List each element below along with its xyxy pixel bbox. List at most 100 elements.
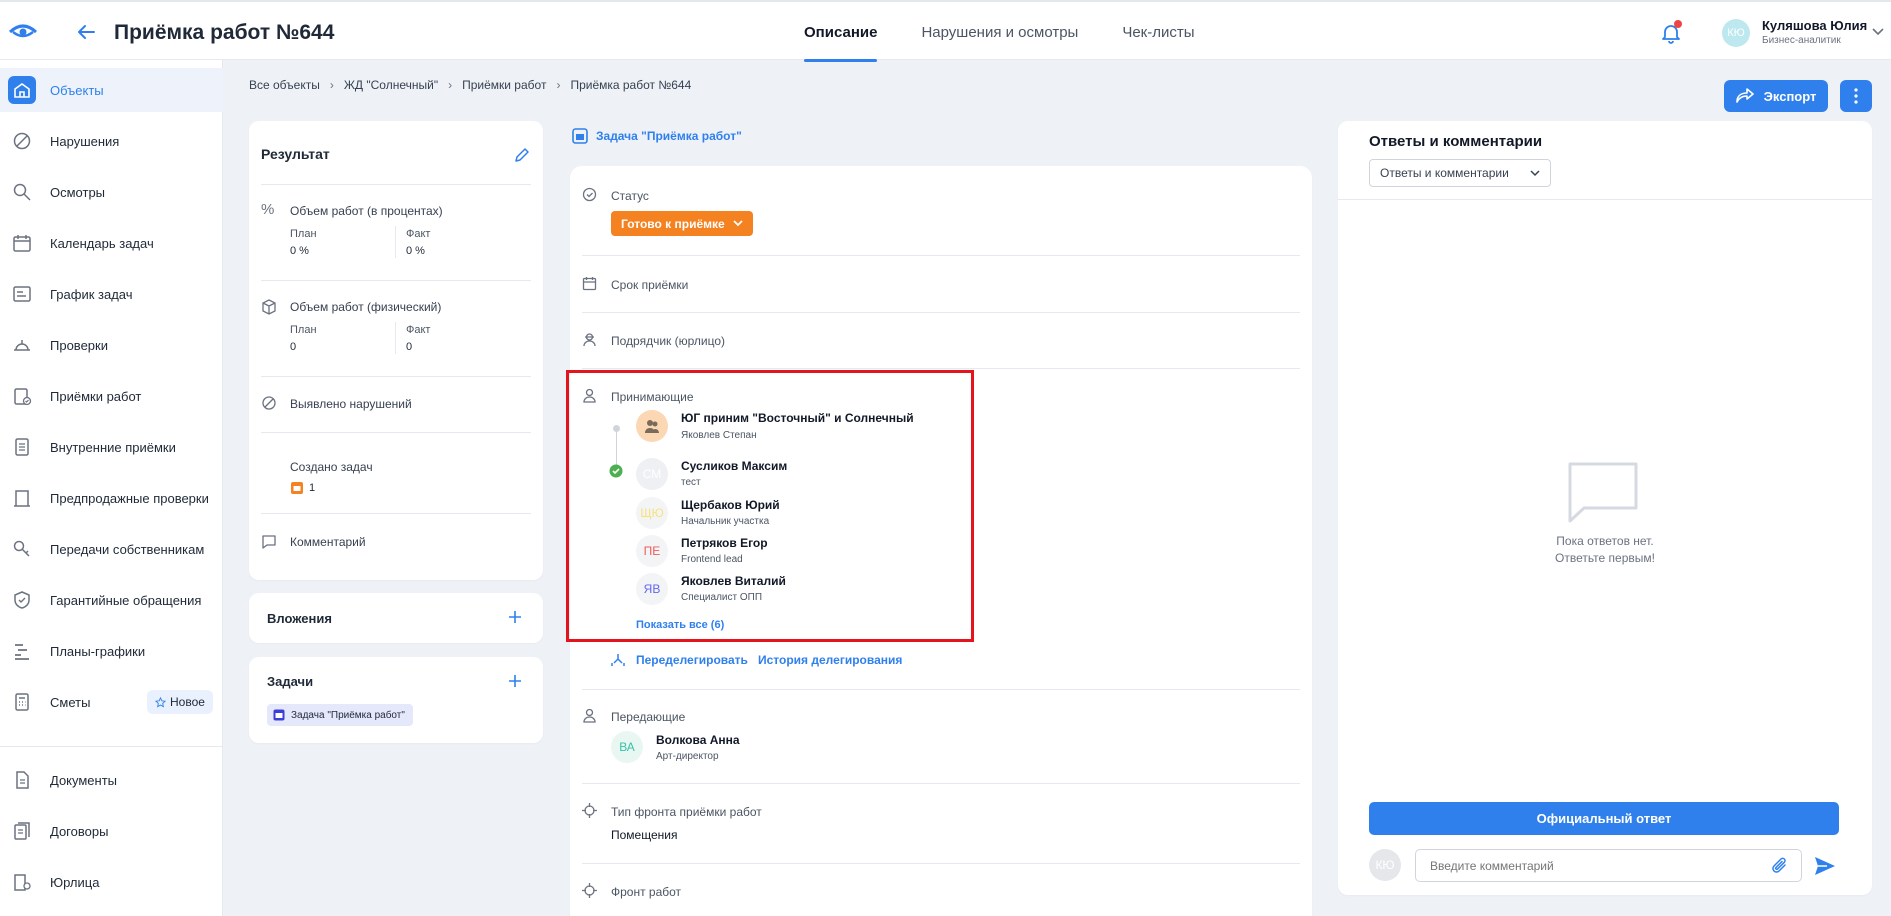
sidebar-item-calendar[interactable]: Календарь задач: [0, 221, 223, 265]
top-bar: Приёмка работ №644 Описание Нарушения и …: [0, 0, 1891, 62]
new-badge-label: Новое: [170, 695, 205, 709]
eye-logo-icon[interactable]: [8, 20, 38, 44]
pencil-icon[interactable]: [514, 147, 530, 163]
tab-violations[interactable]: Нарушения и осмотры: [907, 2, 1092, 62]
sidebar-item-estimates[interactable]: Сметы Новое: [0, 680, 223, 724]
sidebar-item-contracts[interactable]: Договоры: [0, 809, 223, 853]
chevron-right-icon: ›: [448, 78, 453, 92]
page-title: Приёмка работ №644: [114, 21, 335, 44]
empty-message-line1: Пока ответов нет.: [1556, 534, 1654, 548]
transmitter-label: Передающие: [611, 710, 686, 724]
transmitter-name[interactable]: Волкова Анна: [656, 733, 740, 747]
back-arrow-icon[interactable]: [74, 20, 98, 44]
status-dropdown[interactable]: Готово к приёмке: [611, 211, 753, 236]
fact-value: 0: [406, 341, 413, 353]
key-icon: [8, 535, 36, 563]
sidebar-item-label: Проверки: [50, 337, 108, 353]
tab-checklists[interactable]: Чек-листы: [1108, 2, 1208, 62]
sidebar-item-plans[interactable]: Планы-графики: [0, 629, 223, 673]
attachments-label: Вложения: [267, 611, 332, 626]
sidebar-item-label: Договоры: [50, 823, 109, 839]
magnifier-icon: [8, 178, 36, 206]
export-button[interactable]: Экспорт: [1724, 80, 1828, 112]
sidebar: Объекты Нарушения Осмотры Календарь зада…: [0, 60, 223, 916]
official-answer-button[interactable]: Официальный ответ: [1369, 802, 1839, 835]
tab-description[interactable]: Описание: [790, 2, 891, 62]
comment-input[interactable]: [1415, 849, 1802, 882]
helmet-icon: [8, 331, 36, 359]
divider: [582, 312, 1300, 313]
task-chip[interactable]: Задача "Приёмка работ": [267, 704, 413, 726]
breadcrumb-item[interactable]: Все объекты: [249, 78, 320, 92]
person-icon: [583, 708, 596, 723]
sidebar-item-objects[interactable]: Объекты: [0, 68, 223, 112]
user-name[interactable]: Куляшова Юлия: [1762, 18, 1867, 33]
avatar[interactable]: КЮ: [1722, 19, 1750, 47]
deadline-label[interactable]: Срок приёмки: [611, 278, 688, 292]
sidebar-item-handover[interactable]: Передачи собственникам: [0, 527, 223, 571]
created-tasks-count[interactable]: 1: [309, 482, 315, 494]
sidebar-item-documents[interactable]: Документы: [0, 758, 223, 802]
task-icon: [572, 128, 588, 144]
list-icon: [8, 433, 36, 461]
front-type-value[interactable]: Помещения: [611, 828, 677, 842]
user-role: Бизнес-аналитик: [1762, 35, 1841, 46]
sidebar-item-internal[interactable]: Внутренние приёмки: [0, 425, 223, 469]
chevron-down-icon[interactable]: [1872, 28, 1884, 36]
divider: [261, 376, 531, 377]
sidebar-item-companies[interactable]: Юрлица: [0, 860, 223, 904]
sidebar-item-schedule[interactable]: График задач: [0, 272, 223, 316]
divider: [582, 368, 1300, 369]
divider: [395, 322, 396, 354]
delegation-history-link[interactable]: История делегирования: [758, 653, 902, 667]
avatar: ВА: [611, 731, 643, 763]
front-label[interactable]: Фронт работ: [611, 885, 681, 899]
sidebar-item-violations[interactable]: Нарушения: [0, 119, 223, 163]
sidebar-item-label: Юрлица: [50, 874, 100, 890]
paperclip-icon[interactable]: [1771, 857, 1789, 875]
calculator-icon: [8, 688, 36, 716]
chevron-right-icon: ›: [329, 78, 334, 92]
contractor-icon: [583, 333, 596, 347]
contractor-label[interactable]: Подрядчик (юрлицо): [611, 334, 725, 348]
target-icon: [582, 883, 597, 898]
sidebar-item-warranty[interactable]: Гарантийные обращения: [0, 578, 223, 622]
chevron-down-icon: [733, 220, 743, 227]
sidebar-item-label: Предпродажные проверки: [50, 490, 209, 506]
tasks-label: Задачи: [267, 674, 314, 689]
divider: [261, 184, 531, 185]
redelegate-link[interactable]: Переделегировать: [636, 653, 748, 667]
percent-icon: %: [261, 201, 275, 218]
plan-value: 0 %: [290, 245, 309, 257]
plus-icon[interactable]: [508, 610, 522, 624]
task-link[interactable]: Задача "Приёмка работ": [572, 128, 742, 144]
more-button[interactable]: [1840, 80, 1872, 112]
divider: [582, 255, 1300, 256]
sidebar-divider: [0, 746, 223, 747]
plus-icon[interactable]: [508, 674, 522, 688]
divider: [1338, 199, 1872, 200]
send-icon[interactable]: [1813, 855, 1837, 877]
divider: [582, 863, 1300, 864]
created-tasks-label: Создано задач: [290, 460, 373, 474]
comment-label: Комментарий: [290, 535, 366, 549]
sidebar-item-checks[interactable]: Проверки: [0, 323, 223, 367]
breadcrumb-item[interactable]: ЖД "Солнечный": [344, 78, 438, 92]
calendar-icon: [8, 229, 36, 257]
comments-filter-select[interactable]: Ответы и комментарии: [1369, 159, 1551, 187]
breadcrumb-item[interactable]: Приёмки работ: [462, 78, 546, 92]
new-badge: Новое: [147, 690, 213, 714]
percent-volume-label: Объем работ (в процентах): [290, 204, 443, 218]
check-circle-icon: [582, 187, 597, 202]
sidebar-item-inspections[interactable]: Осмотры: [0, 170, 223, 214]
attachments-card[interactable]: Вложения: [249, 593, 543, 643]
sidebar-item-acceptances[interactable]: Приёмки работ: [0, 374, 223, 418]
company-icon: [8, 868, 36, 896]
sidebar-item-label: Внутренние приёмки: [50, 439, 176, 455]
sidebar-item-presale[interactable]: Предпродажные проверки: [0, 476, 223, 520]
breadcrumb: Все объекты › ЖД "Солнечный" › Приёмки р…: [249, 78, 691, 92]
fact-label: Факт: [406, 324, 431, 336]
chevron-down-icon: [1530, 170, 1540, 177]
result-title: Результат: [261, 146, 330, 162]
sidebar-item-label: Документы: [50, 772, 118, 788]
